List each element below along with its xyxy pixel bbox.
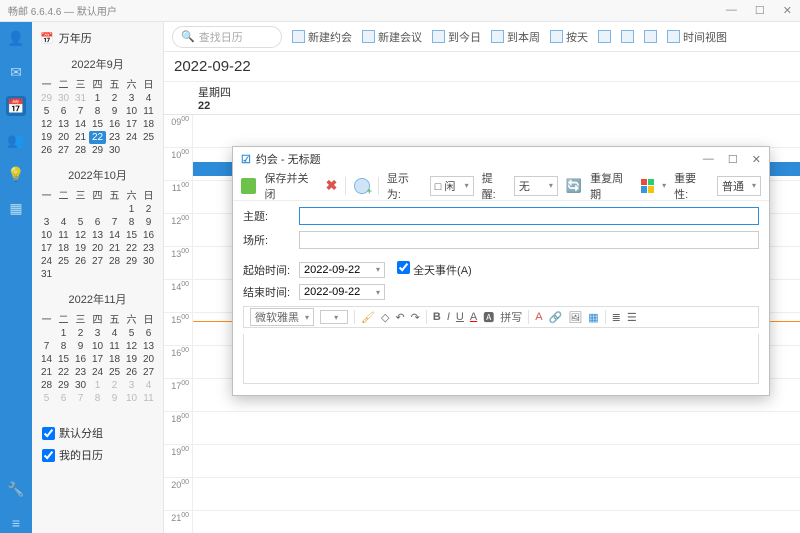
bold-icon[interactable]: B bbox=[433, 311, 441, 323]
nav-rail: 👤 ✉ 📅 👥 💡 ▦ 🔧 ≡ bbox=[0, 22, 32, 533]
search-input[interactable]: 🔍 查找日历 bbox=[172, 26, 282, 48]
sidebar-heading: 万年历 bbox=[59, 30, 92, 46]
dialog-minimize-button[interactable]: — bbox=[703, 153, 714, 166]
subject-label: 主题: bbox=[243, 208, 293, 224]
today-button[interactable]: 到今日 bbox=[432, 29, 481, 45]
subject-input[interactable] bbox=[299, 207, 759, 225]
dialog-maximize-button[interactable]: ☐ bbox=[728, 153, 738, 166]
view-button-2[interactable] bbox=[621, 30, 634, 43]
day-number: 22 bbox=[198, 100, 794, 112]
mini-calendar[interactable]: 2022年9月一二三四五六日29303112345678910111213141… bbox=[38, 56, 157, 157]
time-view-button[interactable]: 时间视图 bbox=[667, 29, 727, 45]
window-maximize-button[interactable]: ☐ bbox=[755, 4, 765, 17]
remind-dropdown[interactable]: 无▾ bbox=[514, 176, 558, 196]
settings-icon[interactable]: 🔧 bbox=[6, 479, 26, 499]
dialog-title: 约会 - 无标题 bbox=[256, 151, 321, 167]
view-button-1[interactable] bbox=[598, 30, 611, 43]
invite-attendees-button[interactable] bbox=[354, 178, 370, 194]
spellcheck-button[interactable]: 拼写 bbox=[500, 309, 522, 325]
show-as-dropdown[interactable]: □ 闲▾ bbox=[430, 176, 474, 196]
calendar-small-icon: 📅 bbox=[40, 32, 54, 45]
list-icon[interactable]: ☰ bbox=[627, 311, 637, 324]
more-icon[interactable]: ▦ bbox=[6, 198, 26, 218]
priority-dropdown[interactable]: 普通▾ bbox=[717, 176, 761, 196]
allday-checkbox[interactable]: 全天事件(A) bbox=[397, 261, 472, 278]
menu-icon[interactable]: ≡ bbox=[6, 513, 26, 533]
by-day-button[interactable]: 按天 bbox=[550, 29, 588, 45]
editor-toolbar: 微软雅黑▾ ▾ 🖌 ◇ ↶ ↷ B I U A 🅰 拼写 A 🔗 🖼 ▦ ≣ ☰ bbox=[243, 306, 759, 328]
date-header: 2022-09-22 bbox=[164, 52, 800, 82]
text-color-icon[interactable]: A bbox=[535, 311, 542, 323]
lightbulb-icon[interactable]: 💡 bbox=[6, 164, 26, 184]
remind-label: 提醒: bbox=[482, 170, 506, 202]
align-icon[interactable]: ≣ bbox=[612, 311, 621, 324]
priority-label: 重要性: bbox=[674, 170, 709, 202]
this-week-button[interactable]: 到本周 bbox=[491, 29, 540, 45]
end-date-picker[interactable]: 2022-09-22▾ bbox=[299, 284, 385, 300]
redo-icon[interactable]: ↷ bbox=[411, 311, 420, 324]
undo-icon[interactable]: ↶ bbox=[395, 311, 404, 324]
table-icon[interactable]: ▦ bbox=[588, 311, 598, 324]
editor-body[interactable] bbox=[243, 334, 759, 384]
format-painter-icon[interactable]: 🖌 bbox=[361, 311, 375, 324]
save-icon bbox=[241, 178, 256, 194]
mini-calendar[interactable]: 2022年11月一二三四五六日 123456789101112131415161… bbox=[38, 291, 157, 405]
image-icon[interactable]: 🖼 bbox=[568, 311, 582, 324]
clear-format-icon[interactable]: ◇ bbox=[381, 311, 389, 324]
window-close-button[interactable]: ✕ bbox=[783, 4, 792, 17]
contacts-icon[interactable]: 👥 bbox=[6, 130, 26, 150]
highlight-icon[interactable]: 🅰 bbox=[483, 309, 494, 325]
appointment-dialog: ☑ 约会 - 无标题 — ☐ ✕ 保存并关闭 ✖ 显示为: □ 闲▾ 提醒: 无… bbox=[232, 146, 770, 396]
mini-calendar[interactable]: 2022年10月一二三四五六日 123456789101112131415161… bbox=[38, 167, 157, 281]
view-button-3[interactable] bbox=[644, 30, 657, 43]
recurrence-button[interactable]: 重复周期 bbox=[590, 170, 633, 202]
avatar-icon[interactable]: 👤 bbox=[6, 28, 26, 48]
start-date-picker[interactable]: 2022-09-22▾ bbox=[299, 262, 385, 278]
end-time-label: 结束时间: bbox=[243, 284, 293, 300]
italic-icon[interactable]: I bbox=[447, 311, 450, 323]
app-title: 畅邮 6.6.4.6 — 默认用户 bbox=[8, 3, 117, 18]
new-meeting-button[interactable]: 新建会议 bbox=[362, 29, 422, 45]
category-icon[interactable] bbox=[641, 179, 655, 193]
font-family-dropdown[interactable]: 微软雅黑▾ bbox=[250, 308, 314, 326]
location-label: 场所: bbox=[243, 232, 293, 248]
font-size-dropdown[interactable]: ▾ bbox=[320, 310, 348, 324]
underline-icon[interactable]: U bbox=[456, 311, 464, 323]
recurrence-icon: 🔄 bbox=[566, 178, 582, 194]
mail-icon[interactable]: ✉ bbox=[6, 62, 26, 82]
window-minimize-button[interactable]: — bbox=[726, 4, 737, 17]
app-titlebar: 畅邮 6.6.4.6 — 默认用户 — ☐ ✕ bbox=[0, 0, 800, 22]
day-of-week: 星期四 bbox=[198, 84, 794, 100]
search-icon: 🔍 bbox=[181, 30, 195, 43]
calendar-sidebar: 📅 万年历 2022年9月一二三四五六日29303112345678910111… bbox=[32, 22, 164, 533]
start-time-label: 起始时间: bbox=[243, 262, 293, 278]
main-toolbar: 🔍 查找日历 新建约会 新建会议 到今日 到本周 按天 时间视图 bbox=[164, 22, 800, 52]
font-color-icon[interactable]: A bbox=[470, 311, 477, 323]
delete-button[interactable]: ✖ bbox=[326, 177, 338, 194]
save-close-button[interactable]: 保存并关闭 bbox=[264, 170, 317, 202]
show-as-label: 显示为: bbox=[387, 170, 422, 202]
location-input[interactable] bbox=[299, 231, 759, 249]
link-icon[interactable]: 🔗 bbox=[549, 311, 563, 324]
new-appointment-button[interactable]: 新建约会 bbox=[292, 29, 352, 45]
mycalendar-checkbox[interactable]: 我的日历 bbox=[42, 447, 157, 463]
dialog-close-button[interactable]: ✕ bbox=[752, 153, 761, 166]
calendar-icon[interactable]: 📅 bbox=[6, 96, 26, 116]
dialog-app-icon: ☑ bbox=[241, 153, 251, 166]
group-checkbox[interactable]: 默认分组 bbox=[42, 425, 157, 441]
